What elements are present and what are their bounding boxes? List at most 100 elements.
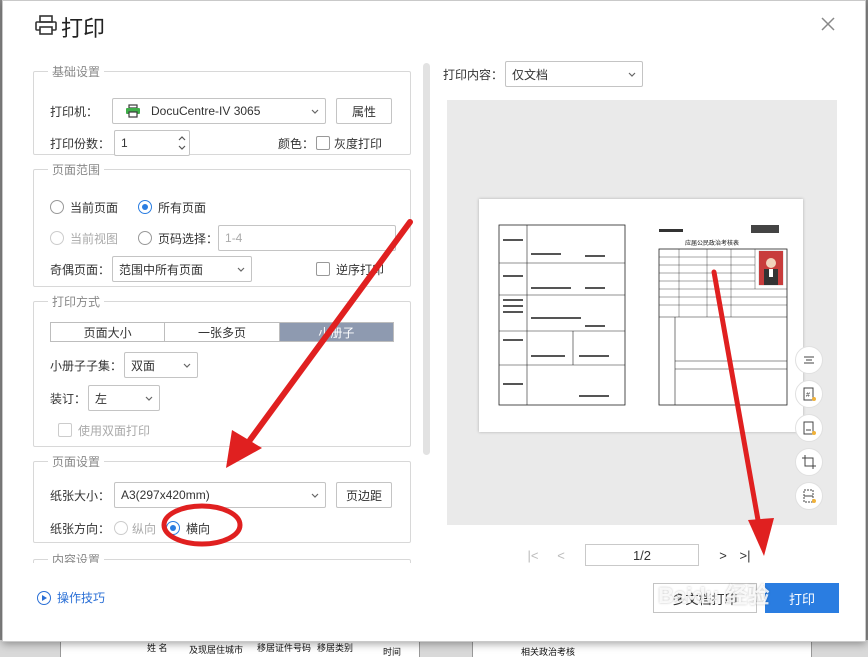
printer-label: 打印机： (50, 104, 99, 119)
chevron-down-icon (237, 267, 245, 272)
svg-text:#: # (806, 392, 810, 399)
booklet-subset-value: 双面 (131, 358, 156, 373)
tab-booklet[interactable]: 小册子 (279, 323, 393, 341)
watermark-brand: Baidu 经验 (658, 583, 770, 608)
header-footer-icon (803, 421, 816, 435)
current-view-label: 当前视图 (70, 231, 119, 246)
reverse-print-checkbox[interactable] (316, 262, 330, 276)
printer-select[interactable]: DocuCentre-IV 3065 (112, 98, 326, 124)
background-cell: 移居证件号码 (257, 643, 312, 653)
group-legend: 内容设置 (52, 553, 101, 563)
dialog-title: 打印 (61, 16, 106, 41)
settings-scrollbar[interactable] (423, 63, 430, 455)
booklet-subset-label: 小册子子集： (50, 358, 123, 373)
print-content-label: 打印内容： (443, 67, 504, 82)
print-content-value: 仅文档 (512, 67, 549, 82)
page-number-tool[interactable]: # (795, 380, 823, 408)
settings-pane: 基础设置 打印机： DocuCentre-IV 3065 属性 打印份数： 1 … (33, 63, 413, 563)
odd-even-select[interactable]: 范围中所有页面 (112, 256, 252, 282)
odd-even-value: 范围中所有页面 (119, 262, 204, 277)
paper-size-label: 纸张大小： (50, 488, 111, 503)
duplex-row: 使用双面打印 (58, 417, 150, 443)
range-row-1: 当前页面 所有页面 (50, 194, 206, 220)
color-label: 颜色： (278, 136, 315, 151)
grayscale-label: 灰度打印 (334, 136, 383, 151)
group-legend: 打印方式 (52, 295, 101, 309)
copies-label: 打印份数： (50, 136, 111, 151)
portrait-label: 纵向 (132, 521, 157, 536)
basic-settings-group: 基础设置 打印机： DocuCentre-IV 3065 属性 打印份数： 1 … (33, 63, 411, 156)
landscape-radio[interactable] (166, 521, 180, 535)
copies-stepper[interactable]: 1 (114, 130, 190, 156)
printer-value: DocuCentre-IV 3065 (151, 104, 261, 118)
current-page-radio[interactable] (50, 200, 64, 214)
last-page-icon[interactable]: >| (735, 545, 755, 565)
preview-page: 应届公民政治考核表 (479, 199, 803, 432)
duplex-checkbox[interactable] (58, 423, 72, 437)
paper-size-row: 纸张大小： A3(297x420mm) 页边距 (50, 482, 392, 508)
background-cell: 时间 (383, 647, 402, 657)
orientation-label: 纸张方向： (50, 521, 111, 536)
printer-row: 打印机： DocuCentre-IV 3065 属性 (50, 98, 392, 124)
preview-doc-title: 应届公民政治考核表 (685, 239, 739, 247)
page-select-radio[interactable] (138, 231, 152, 245)
split-page-icon (803, 489, 816, 503)
crop-tool[interactable] (795, 448, 823, 476)
baidu-watermark: Baidu 经验 (658, 578, 769, 610)
duplex-label: 使用双面打印 (78, 423, 151, 438)
first-page-icon[interactable]: |< (523, 545, 543, 565)
printer-icon (35, 15, 57, 35)
page-indicator[interactable]: 1/2 (585, 544, 699, 566)
portrait-radio[interactable] (114, 521, 128, 535)
range-row-2: 当前视图 页码选择： 1-4 (50, 225, 397, 251)
chevron-down-icon (311, 493, 319, 498)
group-legend: 页面范围 (52, 163, 101, 177)
margins-button[interactable]: 页边距 (336, 482, 392, 508)
group-legend: 页面设置 (52, 455, 101, 469)
properties-button[interactable]: 属性 (336, 98, 392, 124)
booklet-subset-row: 小册子子集： 双面 (50, 352, 198, 378)
chevron-down-icon (145, 396, 153, 401)
all-pages-radio[interactable] (138, 200, 152, 214)
print-dialog: 打印 基础设置 打印机： DocuCentre-IV 3065 属性 打印份数：… (2, 0, 866, 642)
chevron-down-icon (183, 363, 191, 368)
group-legend: 基础设置 (52, 65, 101, 79)
print-button[interactable]: 打印 (765, 583, 839, 613)
print-content-select[interactable]: 仅文档 (505, 61, 644, 87)
align-icon (804, 356, 814, 364)
chevron-down-icon (311, 109, 319, 114)
play-icon (37, 590, 51, 605)
tab-multi-page[interactable]: 一张多页 (165, 323, 280, 341)
page-range-input[interactable]: 1-4 (218, 225, 397, 251)
current-view-radio[interactable] (50, 231, 64, 245)
printer-device-icon (126, 104, 140, 118)
background-sheet-left: 姓 名 及现居住城市 移居证件号码 移居类别 时间 (60, 640, 420, 657)
current-page-label: 当前页面 (70, 200, 119, 215)
binding-select[interactable]: 左 (88, 385, 160, 411)
binding-row: 装订： 左 (50, 385, 160, 411)
grayscale-checkbox[interactable] (316, 136, 331, 150)
booklet-subset-select[interactable]: 双面 (124, 352, 198, 378)
page-range-group: 页面范围 当前页面 所有页面 当前视图 页码选择： 1-4 奇偶页面： 范围中所… (33, 161, 411, 287)
chevron-down-icon (628, 72, 636, 77)
paper-size-select[interactable]: A3(297x420mm) (114, 482, 326, 508)
prev-page-icon[interactable]: < (551, 545, 571, 565)
background-cell: 姓 名 (147, 643, 168, 653)
next-page-icon[interactable]: > (713, 545, 733, 565)
page-navigator: |< < 1/2 > >| (523, 543, 813, 567)
all-pages-label: 所有页面 (158, 200, 207, 215)
background-sheet-right: 相关政治考核 (472, 640, 812, 657)
header-footer-tool[interactable] (795, 414, 823, 442)
split-tool[interactable] (795, 482, 823, 510)
crop-icon (802, 455, 816, 469)
copies-row: 打印份数： 1 颜色： 灰度打印 (50, 130, 382, 156)
background-document: 姓 名 及现居住城市 移居证件号码 移居类别 时间 相关政治考核 (0, 640, 868, 657)
tips-link[interactable]: 操作技巧 (37, 589, 105, 606)
print-method-tabs: 页面大小 一张多页 小册子 (50, 322, 394, 342)
tab-page-size[interactable]: 页面大小 (51, 323, 166, 341)
fit-width-tool[interactable] (795, 346, 823, 374)
stepper-arrows-icon[interactable] (178, 134, 186, 152)
close-icon[interactable] (819, 15, 837, 33)
background-cell: 移居类别 (317, 643, 354, 653)
title-bar: 打印 (3, 1, 865, 51)
